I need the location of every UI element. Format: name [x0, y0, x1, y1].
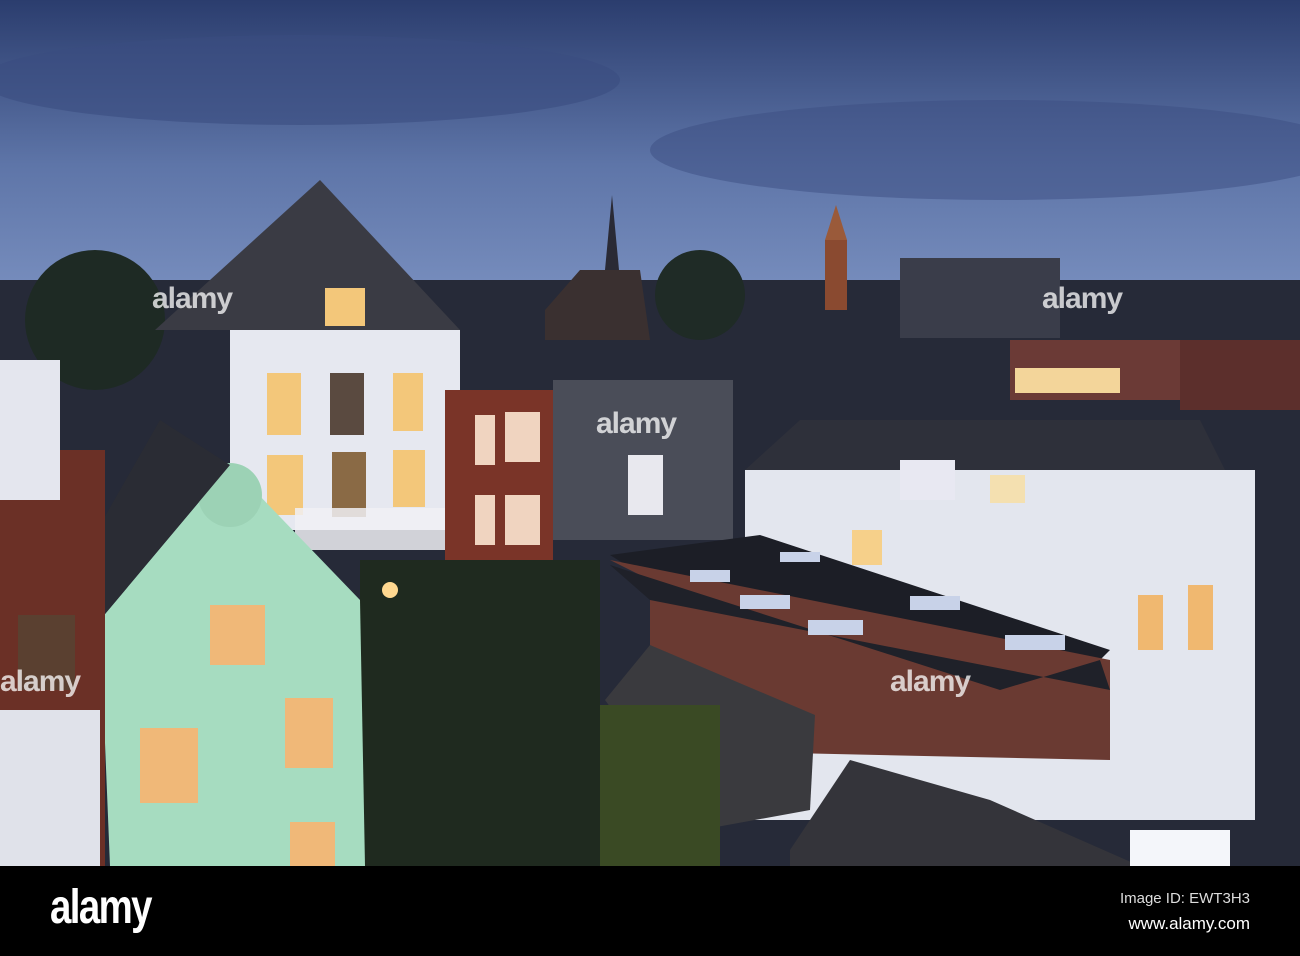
image-id: Image ID: EWT3H3	[1119, 890, 1250, 907]
watermark-text: alamy	[0, 665, 81, 698]
footer-bar: alamy Image ID: EWT3H3 www.alamy.com	[0, 866, 1300, 956]
alamy-logo: alamy	[50, 881, 152, 934]
watermark-text: alamy	[890, 665, 971, 698]
watermark-text: alamy	[152, 282, 233, 315]
watermark-text: alamy	[596, 407, 677, 440]
watermark-text: alamy	[1042, 282, 1123, 315]
stock-photo: alamy alamy alamy alamy alamy alamy Imag…	[0, 0, 1300, 956]
white-van	[1130, 830, 1230, 866]
church-tower	[825, 240, 847, 310]
site-url: www.alamy.com	[1128, 914, 1250, 933]
